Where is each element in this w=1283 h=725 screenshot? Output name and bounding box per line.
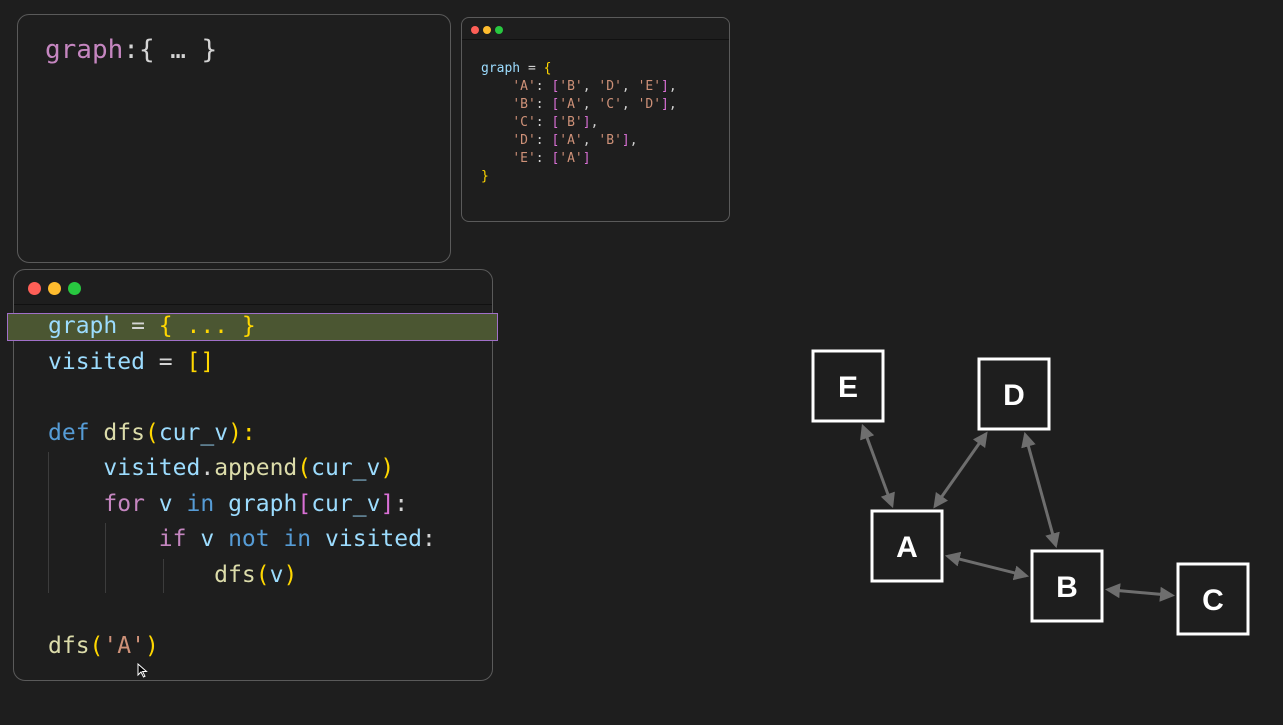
node-label: B — [1056, 571, 1078, 604]
node-A[interactable]: A — [870, 509, 944, 583]
node-label: C — [1202, 584, 1224, 617]
node-B[interactable]: B — [1030, 549, 1104, 623]
node-E[interactable]: E — [811, 349, 885, 423]
edge-B-D — [1021, 431, 1060, 549]
edge-A-B — [944, 551, 1030, 581]
edge-A-D — [933, 431, 988, 509]
node-label: D — [1003, 379, 1025, 412]
node-label: A — [896, 531, 918, 564]
edge-B-C — [1104, 583, 1176, 602]
node-label: E — [838, 371, 858, 404]
node-D[interactable]: D — [977, 357, 1051, 431]
node-C[interactable]: C — [1176, 562, 1250, 636]
edge-A-E — [860, 423, 895, 509]
graph-diagram: E D A B C — [811, 349, 1250, 636]
